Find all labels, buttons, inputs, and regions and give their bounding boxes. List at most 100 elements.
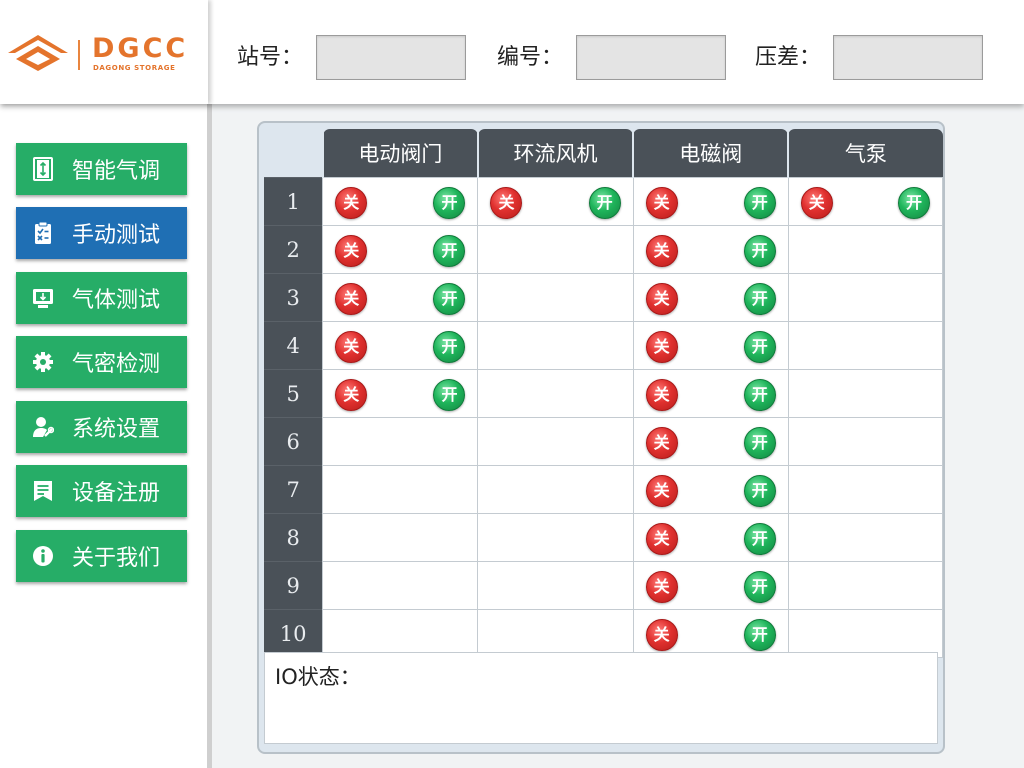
nav-label: 手动测试 bbox=[72, 223, 161, 248]
cell-air-pump: 关开 bbox=[787, 177, 944, 226]
column-header-air-pump: 气泵 bbox=[787, 129, 943, 178]
solenoid-valve-2-on-button[interactable]: 开 bbox=[743, 235, 776, 267]
nav-label: 智能气调 bbox=[72, 159, 161, 184]
solenoid-valve-9-on-button[interactable]: 开 bbox=[743, 571, 776, 603]
solenoid-valve-10-on-button[interactable]: 开 bbox=[743, 618, 776, 651]
motor-valve-1-off-button[interactable]: 关 bbox=[335, 187, 368, 219]
switch-pair: 关开 bbox=[634, 179, 788, 224]
motor-valve-4-on-button[interactable]: 开 bbox=[433, 331, 466, 363]
table-row: 3关开关开 bbox=[264, 273, 944, 322]
row-number: 7 bbox=[264, 465, 323, 514]
pressure-diff-label: 压差： bbox=[755, 45, 822, 70]
nav-system-settings[interactable]: 系统设置 bbox=[16, 401, 187, 453]
cell-air-pump bbox=[787, 417, 944, 466]
cell-motor-valve bbox=[322, 609, 479, 658]
house-logo-icon bbox=[8, 35, 68, 71]
table-row: 1关开关开关开关开 bbox=[264, 177, 944, 226]
table-row: 7 关 开 bbox=[264, 465, 944, 514]
logo-title: DGCC bbox=[92, 33, 189, 64]
motor-valve-4-off-button[interactable]: 关 bbox=[335, 331, 368, 363]
switch-pair: 关开 bbox=[634, 275, 788, 320]
solenoid-valve-7-on-button[interactable]: 开 bbox=[743, 475, 776, 507]
air-pump-1-on-button[interactable]: 开 bbox=[898, 187, 930, 219]
motor-valve-2-on-button[interactable]: 开 bbox=[433, 235, 466, 267]
cell-circulation-fan bbox=[477, 273, 634, 322]
solenoid-valve-1-off-button[interactable]: 关 bbox=[645, 187, 678, 219]
nav-label: 关于我们 bbox=[72, 546, 161, 571]
io-status-label: IO状态： bbox=[275, 665, 361, 689]
cell-circulation-fan bbox=[477, 225, 634, 274]
solenoid-valve-1-on-button[interactable]: 开 bbox=[743, 187, 776, 219]
cell-motor-valve bbox=[322, 417, 479, 466]
cell-solenoid-valve: 关开 bbox=[632, 177, 789, 226]
solenoid-valve-6-off-button[interactable]: 关 bbox=[645, 427, 678, 459]
bookmark-list-icon bbox=[32, 478, 54, 504]
row-number: 5 bbox=[264, 369, 323, 418]
solenoid-valve-10-off-button[interactable]: 关 bbox=[645, 618, 678, 651]
table-corner bbox=[264, 129, 323, 178]
nav-label: 气体测试 bbox=[72, 288, 161, 313]
cell-circulation-fan bbox=[477, 513, 634, 562]
solenoid-valve-7-off-button[interactable]: 关 bbox=[645, 475, 678, 507]
cell-solenoid-valve: 关开 bbox=[632, 273, 789, 322]
solenoid-valve-8-on-button[interactable]: 开 bbox=[743, 523, 776, 555]
motor-valve-3-on-button[interactable]: 开 bbox=[433, 283, 466, 315]
solenoid-valve-4-on-button[interactable]: 开 bbox=[743, 331, 776, 363]
cell-solenoid-valve: 关开 bbox=[632, 417, 789, 466]
header-bar: DGCC DAGONG STORAGE 站号： 编号： 压差： bbox=[0, 0, 1024, 104]
cell-circulation-fan bbox=[477, 321, 634, 370]
motor-valve-2-off-button[interactable]: 关 bbox=[335, 235, 368, 267]
column-header-motor-valve: 电动阀门 bbox=[321, 129, 478, 178]
motor-valve-5-off-button[interactable]: 关 bbox=[335, 379, 368, 411]
cell-solenoid-valve: 关开 bbox=[632, 561, 789, 610]
logo-divider bbox=[78, 40, 80, 70]
table-row: 9关开 bbox=[264, 561, 944, 610]
cell-air-pump bbox=[787, 273, 944, 322]
cell-air-pump bbox=[787, 513, 944, 562]
motor-valve-1-on-button[interactable]: 开 bbox=[433, 187, 466, 219]
row-number: 8 bbox=[264, 513, 323, 562]
cell-circulation-fan bbox=[477, 561, 634, 610]
switch-pair: 关开 bbox=[323, 227, 477, 272]
solenoid-valve-5-on-button[interactable]: 开 bbox=[743, 379, 776, 411]
row-number: 1 bbox=[264, 177, 323, 226]
solenoid-valve-6-on-button[interactable]: 开 bbox=[743, 427, 776, 459]
serial-label: 编号： bbox=[497, 45, 564, 70]
solenoid-valve-3-on-button[interactable]: 开 bbox=[743, 283, 776, 315]
cell-air-pump bbox=[787, 369, 944, 418]
solenoid-valve-5-off-button[interactable]: 关 bbox=[645, 379, 678, 411]
row-number: 3 bbox=[264, 273, 323, 322]
circulation-fan-1-on-button[interactable]: 开 bbox=[588, 187, 621, 219]
cell-motor-valve: 关开 bbox=[322, 273, 479, 322]
cell-solenoid-valve: 关开 bbox=[632, 321, 789, 370]
circulation-fan-1-off-button[interactable]: 关 bbox=[490, 187, 523, 219]
serial-input[interactable] bbox=[576, 35, 726, 80]
air-pump-1-off-button[interactable]: 关 bbox=[800, 187, 833, 219]
nav-label: 设备注册 bbox=[72, 481, 161, 506]
nav-airtight-check[interactable]: 气密检测 bbox=[16, 336, 187, 388]
row-number: 9 bbox=[264, 561, 323, 610]
solenoid-valve-9-off-button[interactable]: 关 bbox=[645, 571, 678, 603]
nav-gas-test[interactable]: 气体测试 bbox=[16, 272, 187, 324]
station-input[interactable] bbox=[316, 35, 466, 80]
switch-pair: 关开 bbox=[323, 275, 477, 320]
solenoid-valve-8-off-button[interactable]: 关 bbox=[645, 523, 678, 555]
nav-smart-atmosphere[interactable]: 智能气调 bbox=[16, 143, 187, 195]
solenoid-valve-3-off-button[interactable]: 关 bbox=[645, 283, 678, 315]
motor-valve-3-off-button[interactable]: 关 bbox=[335, 283, 368, 315]
cell-circulation-fan bbox=[477, 417, 634, 466]
cell-air-pump bbox=[787, 465, 944, 514]
switch-pair: 关开 bbox=[789, 179, 942, 224]
motor-valve-5-on-button[interactable]: 开 bbox=[433, 379, 466, 411]
io-control-table: 电动阀门 环流风机 电磁阀 气泵 1关开关开关开关开2关开关开3关开关开4关开关… bbox=[264, 129, 944, 658]
solenoid-valve-2-off-button[interactable]: 关 bbox=[645, 235, 678, 267]
cell-circulation-fan bbox=[477, 369, 634, 418]
switch-pair: 关开 bbox=[634, 563, 788, 608]
nav-device-register[interactable]: 设备注册 bbox=[16, 465, 187, 517]
switch-pair: 关开 bbox=[634, 227, 788, 272]
cell-motor-valve: 关开 bbox=[322, 369, 479, 418]
nav-about-us[interactable]: 关于我们 bbox=[16, 530, 187, 582]
nav-manual-test[interactable]: 手动测试 bbox=[16, 207, 187, 259]
pressure-diff-input[interactable] bbox=[833, 35, 983, 80]
solenoid-valve-4-off-button[interactable]: 关 bbox=[645, 331, 678, 363]
